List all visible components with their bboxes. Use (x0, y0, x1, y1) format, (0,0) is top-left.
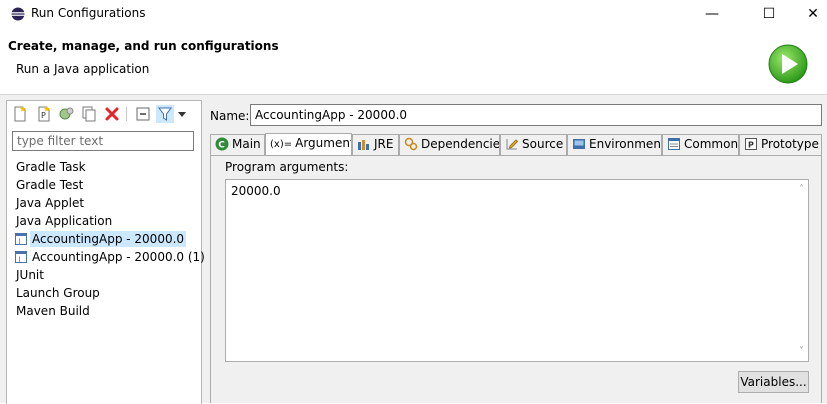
new-prototype-icon[interactable]: P (35, 105, 53, 123)
eclipse-icon (11, 7, 25, 21)
tree-item-label: AccountingApp - 20000.0 (30, 231, 187, 247)
toolbar-separator (126, 107, 127, 121)
tab-label: Arguments (295, 136, 351, 150)
arguments-panel: Program arguments: 20000.0 ˄ ˅ Variables… (210, 155, 822, 403)
scroll-up-icon[interactable]: ˄ (799, 184, 804, 195)
tree-item-label: JUnit (16, 268, 44, 282)
tree-item-label: Launch Group (16, 286, 100, 300)
duplicate-icon[interactable] (80, 105, 98, 123)
tree-item-accountingapp-1[interactable]: J AccountingApp - 20000.0 (1) (7, 248, 205, 266)
filter-input[interactable]: type filter text (12, 131, 194, 151)
arguments-icon: (x)= (270, 139, 293, 150)
tab-label: Source (522, 137, 564, 151)
dialog-header: Create, manage, and run configurations R… (0, 28, 827, 95)
close-button[interactable]: ✕ (790, 0, 827, 28)
program-arguments-textarea[interactable]: 20000.0 ˄ ˅ (225, 179, 809, 362)
svg-text:P: P (748, 141, 754, 150)
tree-item-label: Java Applet (16, 196, 85, 210)
window-title: Run Configurations (31, 6, 146, 20)
tab-prototype[interactable]: P Prototype (739, 134, 822, 155)
tab-environment[interactable]: Environment (567, 134, 662, 155)
tree-item-junit[interactable]: JUnit (7, 266, 201, 284)
svg-text:J: J (18, 238, 21, 246)
tree-item-label: Gradle Test (16, 178, 84, 192)
delete-icon[interactable] (103, 105, 121, 123)
java-launch-icon: J (15, 251, 27, 263)
svg-text:J: J (18, 256, 21, 264)
program-arguments-value: 20000.0 (231, 184, 281, 198)
filter-icon[interactable] (156, 105, 174, 123)
tab-main[interactable]: C Main (210, 134, 265, 155)
maximize-button[interactable]: ☐ (746, 0, 792, 28)
program-arguments-label: Program arguments: (225, 160, 349, 174)
export-configuration-icon[interactable] (57, 105, 75, 123)
tree-item-gradle-test[interactable]: Gradle Test (7, 176, 201, 194)
tab-label: Environment (589, 137, 662, 151)
tab-label: Prototype (761, 137, 819, 151)
tree-item-java-application[interactable]: Java Application (7, 212, 201, 230)
dialog-body: P type filter text Gradle Task Gradle Te… (0, 95, 827, 404)
tree-item-label: AccountingApp - 20000.0 (1) (32, 250, 205, 264)
tree-item-maven-build[interactable]: Maven Build (7, 302, 201, 320)
tree-item-label: Maven Build (16, 304, 90, 318)
svg-text:C: C (218, 141, 225, 151)
svg-text:P: P (41, 111, 46, 120)
tab-label: JRE (374, 137, 394, 151)
collapse-all-icon[interactable] (134, 105, 152, 123)
configuration-tree-pane: P type filter text Gradle Task Gradle Te… (6, 100, 205, 404)
variables-button[interactable]: Variables... (738, 371, 809, 393)
minimize-button[interactable]: — (689, 0, 735, 28)
name-label: Name: (210, 109, 250, 123)
tab-bar: C Main (x)=Arguments JRE Dependencies Sou… (210, 133, 822, 156)
jre-icon (358, 140, 369, 150)
java-launch-icon: J (15, 233, 27, 245)
title-bar: Run Configurations — ☐ ✕ (0, 0, 827, 28)
dialog-subtitle: Run a Java application (16, 62, 150, 76)
tree-item-accountingapp[interactable]: J AccountingApp - 20000.0 (7, 230, 201, 248)
tab-label: Main (232, 137, 261, 151)
tab-jre[interactable]: JRE (352, 134, 399, 155)
tab-label: Common (684, 137, 739, 151)
prototype-icon: P (745, 138, 757, 150)
run-banner-icon (768, 44, 808, 84)
source-icon (506, 139, 519, 150)
tree-toolbar: P (7, 101, 201, 127)
tab-arguments[interactable]: (x)=Arguments (265, 133, 352, 156)
tab-dependencies[interactable]: Dependencies (399, 134, 500, 155)
environment-icon (573, 139, 585, 149)
configuration-editor: Name: AccountingApp - 20000.0 C Main (x)=… (203, 95, 827, 403)
chevron-down-icon[interactable] (176, 105, 188, 123)
common-icon (668, 138, 680, 150)
dialog-title: Create, manage, and run configurations (8, 39, 279, 53)
tab-common[interactable]: Common (662, 134, 739, 155)
tree-item-launch-group[interactable]: Launch Group (7, 284, 201, 302)
tree-item-java-applet[interactable]: Java Applet (7, 194, 201, 212)
dependencies-icon (404, 137, 418, 151)
tree-item-gradle-task[interactable]: Gradle Task (7, 158, 201, 176)
tree-item-label: Gradle Task (16, 160, 86, 174)
tree-item-label: Java Application (16, 214, 113, 228)
tab-label: Dependencies (421, 137, 500, 151)
tab-source[interactable]: Source (500, 134, 567, 155)
main-class-icon: C (215, 137, 229, 151)
new-launch-configuration-icon[interactable] (11, 105, 29, 123)
name-input[interactable]: AccountingApp - 20000.0 (250, 104, 822, 126)
scroll-down-icon[interactable]: ˅ (799, 346, 804, 357)
configuration-tree: Gradle Task Gradle Test Java Applet Java… (7, 158, 205, 320)
